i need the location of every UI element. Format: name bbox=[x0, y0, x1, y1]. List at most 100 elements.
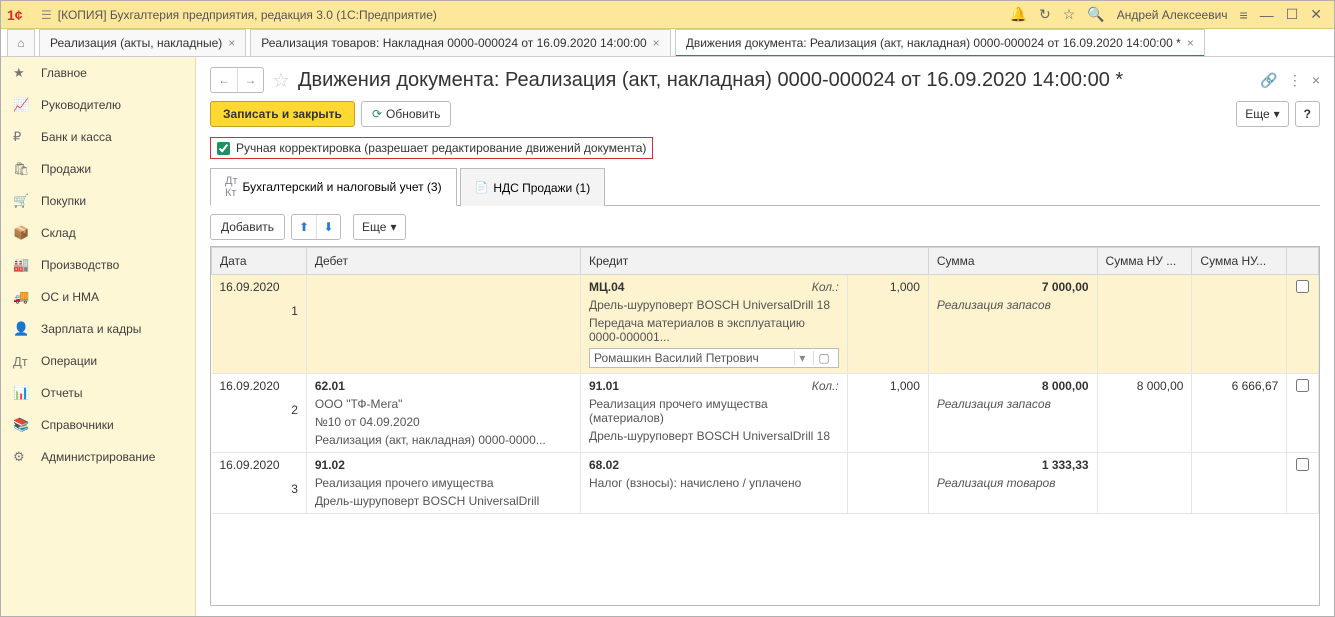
cell-credit-line: Дрель-шуруповерт BOSCH UniversalDrill 18 bbox=[589, 298, 839, 312]
cell-desc: Реализация запасов bbox=[937, 298, 1089, 312]
cell-credit-line: Дрель-шуруповерт BOSCH UniversalDrill 18 bbox=[589, 429, 839, 443]
cell-desc: Реализация запасов bbox=[937, 397, 1089, 411]
close-tab-icon[interactable]: × bbox=[228, 36, 235, 50]
row-checkbox[interactable] bbox=[1296, 458, 1309, 471]
nav-label: ОС и НМА bbox=[41, 290, 99, 304]
main-menu-icon[interactable]: ☰ bbox=[41, 8, 52, 22]
vat-icon: 📄 bbox=[475, 181, 489, 194]
sidebar-item-7[interactable]: 🚚ОС и НМА bbox=[1, 281, 195, 313]
sidebar-item-9[interactable]: ДтОперации bbox=[1, 345, 195, 377]
col-sum-nu-kt[interactable]: Сумма НУ... bbox=[1192, 248, 1287, 275]
table-row[interactable]: 16.09.2020391.02Реализация прочего имуще… bbox=[212, 453, 1319, 514]
favorite-star-icon[interactable]: ☆ bbox=[272, 68, 290, 93]
subtab-vat[interactable]: 📄 НДС Продажи (1) bbox=[460, 168, 606, 206]
nav-icon: 🛍 bbox=[13, 161, 31, 177]
cell-row-num: 1 bbox=[220, 304, 298, 318]
col-date[interactable]: Дата bbox=[212, 248, 307, 275]
move-down-button[interactable]: ⬇ bbox=[316, 215, 340, 239]
cell-credit-line: Реализация прочего имущества (материалов… bbox=[589, 397, 839, 425]
refresh-label: Обновить bbox=[386, 107, 440, 121]
sidebar-item-8[interactable]: 👤Зарплата и кадры bbox=[1, 313, 195, 345]
sidebar-item-6[interactable]: 🏭Производство bbox=[1, 249, 195, 281]
subtab-accounting[interactable]: ДтКт Бухгалтерский и налоговый учет (3) bbox=[210, 168, 457, 206]
cell-debit-line: Реализация (акт, накладная) 0000-0000... bbox=[315, 433, 572, 447]
cell-row-num: 2 bbox=[220, 403, 298, 417]
maximize-icon[interactable]: ☐ bbox=[1286, 6, 1299, 23]
chevron-down-icon: ▾ bbox=[390, 220, 396, 234]
main-content: ← → ☆ Движения документа: Реализация (ак… bbox=[196, 57, 1334, 616]
minimize-icon[interactable]: — bbox=[1260, 7, 1274, 23]
col-debit[interactable]: Дебет bbox=[306, 248, 580, 275]
cell-debit-line: ООО "ТФ-Мега" bbox=[315, 397, 572, 411]
tab-label: Движения документа: Реализация (акт, нак… bbox=[686, 36, 1181, 50]
app-logo: 1¢ bbox=[7, 5, 35, 25]
save-close-button[interactable]: Записать и закрыть bbox=[210, 101, 355, 127]
tab-label: Реализация (акты, накладные) bbox=[50, 36, 222, 50]
manual-edit-label: Ручная корректировка (разрешает редактир… bbox=[236, 141, 646, 155]
history-icon[interactable]: ↻ bbox=[1039, 6, 1051, 23]
cell-credit-acc: 91.01 bbox=[589, 379, 619, 393]
sidebar-item-12[interactable]: ⚙Администрирование bbox=[1, 441, 195, 473]
nav-label: Покупки bbox=[41, 194, 86, 208]
tab-2[interactable]: Движения документа: Реализация (акт, нак… bbox=[675, 29, 1205, 56]
cell-debit-acc: 62.01 bbox=[315, 379, 572, 393]
nav-label: Зарплата и кадры bbox=[41, 322, 141, 336]
help-button[interactable]: ? bbox=[1295, 101, 1320, 127]
nav-label: Склад bbox=[41, 226, 76, 240]
credit-person-input[interactable] bbox=[594, 351, 790, 365]
col-check[interactable] bbox=[1287, 248, 1319, 275]
nav-icon: ⚙ bbox=[13, 449, 31, 465]
link-icon[interactable]: 🔗 bbox=[1260, 72, 1277, 89]
window-title: [КОПИЯ] Бухгалтерия предприятия, редакци… bbox=[58, 8, 437, 22]
close-tab-icon[interactable]: × bbox=[1187, 36, 1194, 50]
add-row-button[interactable]: Добавить bbox=[210, 214, 285, 240]
col-sum-nu-dt[interactable]: Сумма НУ ... bbox=[1097, 248, 1192, 275]
nav-icon: 📦 bbox=[13, 225, 31, 241]
nav-icon: 📚 bbox=[13, 417, 31, 433]
cell-credit-acc: 68.02 bbox=[589, 458, 619, 472]
tab-0[interactable]: Реализация (акты, накладные) × bbox=[39, 29, 246, 56]
open-dialog-icon[interactable]: ▢ bbox=[813, 351, 833, 365]
refresh-button[interactable]: ⟳ Обновить bbox=[361, 101, 451, 127]
cell-row-num: 3 bbox=[220, 482, 298, 496]
close-window-icon[interactable]: ✕ bbox=[1310, 6, 1322, 23]
close-page-icon[interactable]: × bbox=[1312, 72, 1320, 88]
notifications-icon[interactable]: 🔔 bbox=[1010, 6, 1027, 23]
move-up-button[interactable]: ⬆ bbox=[292, 215, 316, 239]
more-button[interactable]: Еще ▾ bbox=[1236, 101, 1288, 127]
nav-label: Операции bbox=[41, 354, 97, 368]
sidebar-item-2[interactable]: ₽Банк и касса bbox=[1, 121, 195, 153]
sidebar-item-3[interactable]: 🛍Продажи bbox=[1, 153, 195, 185]
sidebar-item-10[interactable]: 📊Отчеты bbox=[1, 377, 195, 409]
nav-forward-button[interactable]: → bbox=[237, 68, 263, 92]
close-tab-icon[interactable]: × bbox=[653, 36, 660, 50]
col-sum[interactable]: Сумма bbox=[928, 248, 1097, 275]
nav-back-button[interactable]: ← bbox=[211, 68, 237, 92]
sidebar-item-11[interactable]: 📚Справочники bbox=[1, 409, 195, 441]
cell-sum: 1 333,33 bbox=[937, 458, 1089, 472]
sidebar-item-1[interactable]: 📈Руководителю bbox=[1, 89, 195, 121]
manual-edit-checkbox[interactable] bbox=[217, 142, 230, 155]
table-row[interactable]: 16.09.2020262.01ООО "ТФ-Мега"№10 от 04.0… bbox=[212, 374, 1319, 453]
subtab-label: Бухгалтерский и налоговый учет (3) bbox=[243, 180, 442, 194]
col-credit[interactable]: Кредит bbox=[580, 248, 928, 275]
row-checkbox[interactable] bbox=[1296, 280, 1309, 293]
search-icon[interactable]: 🔍 bbox=[1087, 6, 1104, 23]
grid-more-button[interactable]: Еще ▾ bbox=[353, 214, 405, 240]
cell-sum: 7 000,00 bbox=[937, 280, 1089, 294]
tab-1[interactable]: Реализация товаров: Накладная 0000-00002… bbox=[250, 29, 670, 56]
dropdown-icon[interactable]: ▾ bbox=[794, 351, 809, 365]
sidebar-item-5[interactable]: 📦 Склад bbox=[1, 217, 195, 249]
current-user[interactable]: Андрей Алексеевич bbox=[1117, 8, 1228, 22]
settings-icon[interactable]: ≡ bbox=[1240, 7, 1248, 23]
sidebar-item-4[interactable]: 🛒Покупки bbox=[1, 185, 195, 217]
favorites-icon[interactable]: ☆ bbox=[1063, 6, 1076, 23]
row-checkbox[interactable] bbox=[1296, 379, 1309, 392]
table-row[interactable]: 16.09.20201МЦ.04Кол.:Дрель-шуруповерт BO… bbox=[212, 275, 1319, 374]
more-actions-icon[interactable]: ⋮ bbox=[1288, 72, 1302, 89]
sidebar-item-0[interactable]: ★Главное bbox=[1, 57, 195, 89]
home-tab[interactable]: ⌂ bbox=[7, 29, 35, 56]
titlebar: 1¢ ☰ [КОПИЯ] Бухгалтерия предприятия, ре… bbox=[1, 1, 1334, 29]
cell-kol-label: Кол.: bbox=[812, 379, 839, 393]
nav-icon: 📈 bbox=[13, 97, 31, 113]
